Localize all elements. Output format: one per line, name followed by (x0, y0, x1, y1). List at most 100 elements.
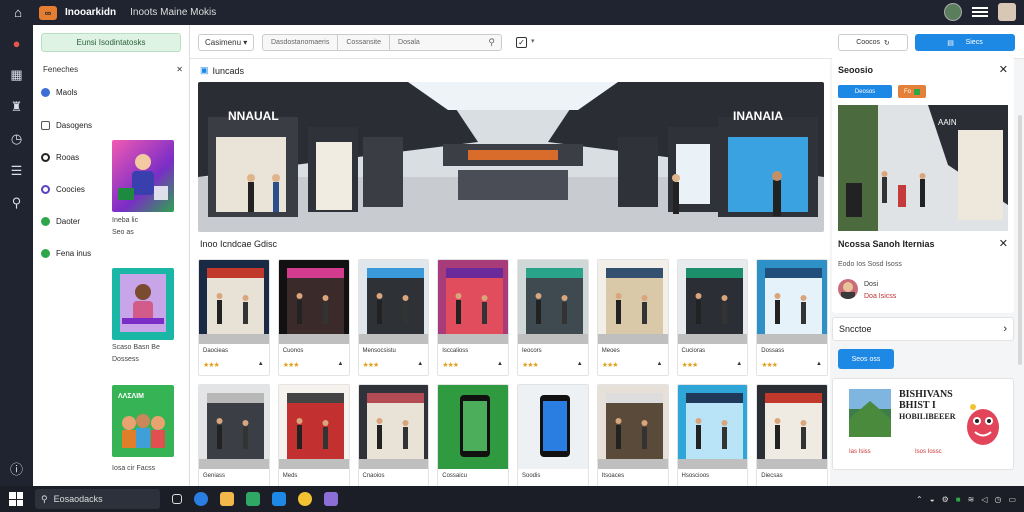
product-card[interactable]: Hsoscioos★★★▲ (676, 384, 749, 501)
app-icon[interactable] (246, 492, 260, 506)
caret-up-icon[interactable]: ▲ (417, 361, 423, 367)
collapsible-section[interactable]: Sncctoe › (832, 317, 1014, 341)
help-icon[interactable]: ⓘ (7, 458, 27, 478)
settings-icon[interactable]: ⚙ (942, 495, 949, 504)
sidebar-item[interactable]: Daoter (41, 217, 80, 226)
thumbnail-image[interactable]: ΛΛΣΛΙΜ (112, 385, 174, 457)
product-card[interactable]: Isccalioss ★★★ ▲ (437, 259, 509, 376)
sidebar-item[interactable]: Maols (41, 88, 77, 97)
secondary-button[interactable]: Coocos ↻ (838, 34, 908, 51)
product-card[interactable]: Cuonos ★★★ ▲ (277, 259, 350, 376)
product-card[interactable]: Geniass★★★▲ (198, 384, 270, 501)
product-card[interactable]: Meds★★★▲ (277, 384, 350, 501)
primary-action-button[interactable]: Seos oss (838, 349, 894, 369)
bag-icon[interactable]: ♜ (7, 97, 27, 117)
tag[interactable]: Fo (898, 85, 926, 98)
caret-up-icon[interactable]: ▲ (577, 361, 583, 367)
filter-dropdown[interactable]: Casimenu ▾ (198, 34, 255, 51)
product-card[interactable]: Cossaicu★★★▲ (437, 384, 509, 501)
clock-icon[interactable]: ◷ (994, 495, 1001, 504)
product-image (438, 260, 509, 344)
preview-image[interactable]: AAIN (838, 105, 1008, 231)
right-panel-toolbar: Coocos ↻ ▤ Siecs (830, 25, 1024, 59)
fruit-icon[interactable]: ● (7, 33, 27, 53)
product-image (278, 260, 349, 344)
notification-icon[interactable]: ▭ (1008, 495, 1016, 504)
circle-icon (41, 153, 50, 162)
product-card[interactable]: Cnaoios★★★▲ (357, 384, 430, 501)
product-card[interactable]: Diecsas★★★▲ (756, 384, 828, 501)
network-icon[interactable]: ◒ (930, 495, 935, 504)
sidebar-item[interactable]: Dasogens (41, 121, 92, 130)
list-icon[interactable]: ☰ (7, 161, 27, 181)
search-icon[interactable]: ⚲ (488, 37, 495, 48)
dashboard-icon[interactable]: ▦ (7, 65, 27, 85)
sidebar-item[interactable]: Coocies (41, 185, 85, 194)
browser-icon[interactable] (194, 492, 208, 506)
product-label: Mensocsistu (362, 348, 396, 354)
product-card[interactable]: Daocieas ★★★ ▲ (198, 259, 270, 376)
product-label: Meds (282, 473, 298, 479)
primary-toggle-button[interactable]: ▤ Siecs (915, 34, 1015, 51)
thumbnail-caption: Scaso Basn Be (112, 344, 160, 351)
user-avatar[interactable] (838, 279, 858, 299)
app-icon[interactable] (324, 492, 338, 506)
product-card[interactable]: Dossass ★★★ ▲ (756, 259, 828, 376)
close-icon[interactable]: ✕ (176, 65, 183, 74)
close-icon[interactable]: ✕ (999, 63, 1008, 76)
close-icon[interactable]: ✕ (999, 237, 1008, 250)
user-avatar[interactable] (944, 3, 962, 21)
right-panel-scrollbar[interactable] (1018, 115, 1022, 365)
product-card[interactable]: Soodis★★★▲ (517, 384, 589, 501)
search-bar[interactable]: Dasdostanomaeris Cossansite Dosala ⚲ (262, 34, 502, 51)
new-item-button[interactable]: Eunsi Isodintatosks (41, 33, 181, 52)
caret-up-icon[interactable]: ▲ (657, 361, 663, 367)
search-segment[interactable]: Dasdostanomaeris (263, 35, 339, 50)
clock-icon[interactable]: ◷ (7, 129, 27, 149)
product-card[interactable]: Mensocsistu ★★★ ▲ (357, 259, 430, 376)
caret-up-icon[interactable]: ▲ (338, 361, 344, 367)
chevron-right-icon[interactable]: › (1003, 323, 1007, 335)
product-card[interactable]: Meoes ★★★ ▲ (596, 259, 669, 376)
product-image (757, 385, 828, 469)
app-icon[interactable] (272, 492, 286, 506)
caret-up-icon[interactable]: ▲ (497, 361, 503, 367)
caret-up-icon[interactable]: ▲ (816, 361, 822, 367)
main-content: Casimenu ▾ Dasdostanomaeris Cossansite D… (190, 25, 830, 501)
caret-up-icon[interactable]: ▲ (258, 361, 264, 367)
product-card[interactable]: Cucioras ★★★ ▲ (676, 259, 749, 376)
app-icon[interactable] (298, 492, 312, 506)
promo-card[interactable]: BISHIVANS BHIST I HOBILIBEEER Ias Isiss … (832, 378, 1014, 470)
chevron-down-icon[interactable]: ▾ (531, 37, 535, 45)
hero-image[interactable]: NNAUAL INANAIA (198, 82, 824, 232)
check-icon (41, 217, 50, 226)
search-segment[interactable]: Cossansite (338, 35, 391, 50)
thumbnail-image[interactable] (112, 268, 174, 340)
home-icon[interactable]: ⌂ (7, 2, 29, 24)
sidebar-item[interactable]: Rooas (41, 153, 79, 162)
product-card[interactable]: Ieocors ★★★ ▲ (517, 259, 589, 376)
tag[interactable]: Deosos (838, 85, 892, 98)
search-segment[interactable]: Dosala (390, 35, 428, 50)
dot-icon (41, 88, 50, 97)
task-view-icon[interactable] (172, 494, 182, 504)
mascot-icon (963, 399, 1003, 449)
app-tray-icon[interactable]: ■ (956, 495, 961, 504)
chevron-up-icon[interactable]: ⌃ (916, 495, 923, 504)
share-icon[interactable]: ⚲ (7, 193, 27, 213)
product-label: Hsoscioos (681, 473, 710, 479)
svg-text:NNAUAL: NNAUAL (228, 109, 279, 123)
wifi-icon[interactable]: ≋ (968, 495, 975, 504)
folder-icon[interactable] (220, 492, 234, 506)
product-card[interactable]: Itsoaces★★★▲ (596, 384, 669, 501)
taskbar-search[interactable]: ⚲ Eosaodacks (35, 489, 160, 509)
thumbnail-image[interactable] (112, 140, 174, 212)
preview-card: Seoosio ✕ Deosos Fo AAIN (832, 57, 1014, 237)
windows-start-icon[interactable] (9, 492, 23, 506)
sidebar-item[interactable]: Fena inus (41, 249, 91, 258)
profile-picture[interactable] (998, 3, 1016, 21)
hamburger-menu-icon[interactable] (972, 5, 988, 19)
select-all-checkbox[interactable]: ✓ (516, 37, 527, 48)
caret-up-icon[interactable]: ▲ (736, 361, 742, 367)
volume-icon[interactable]: ◁ (981, 495, 987, 504)
